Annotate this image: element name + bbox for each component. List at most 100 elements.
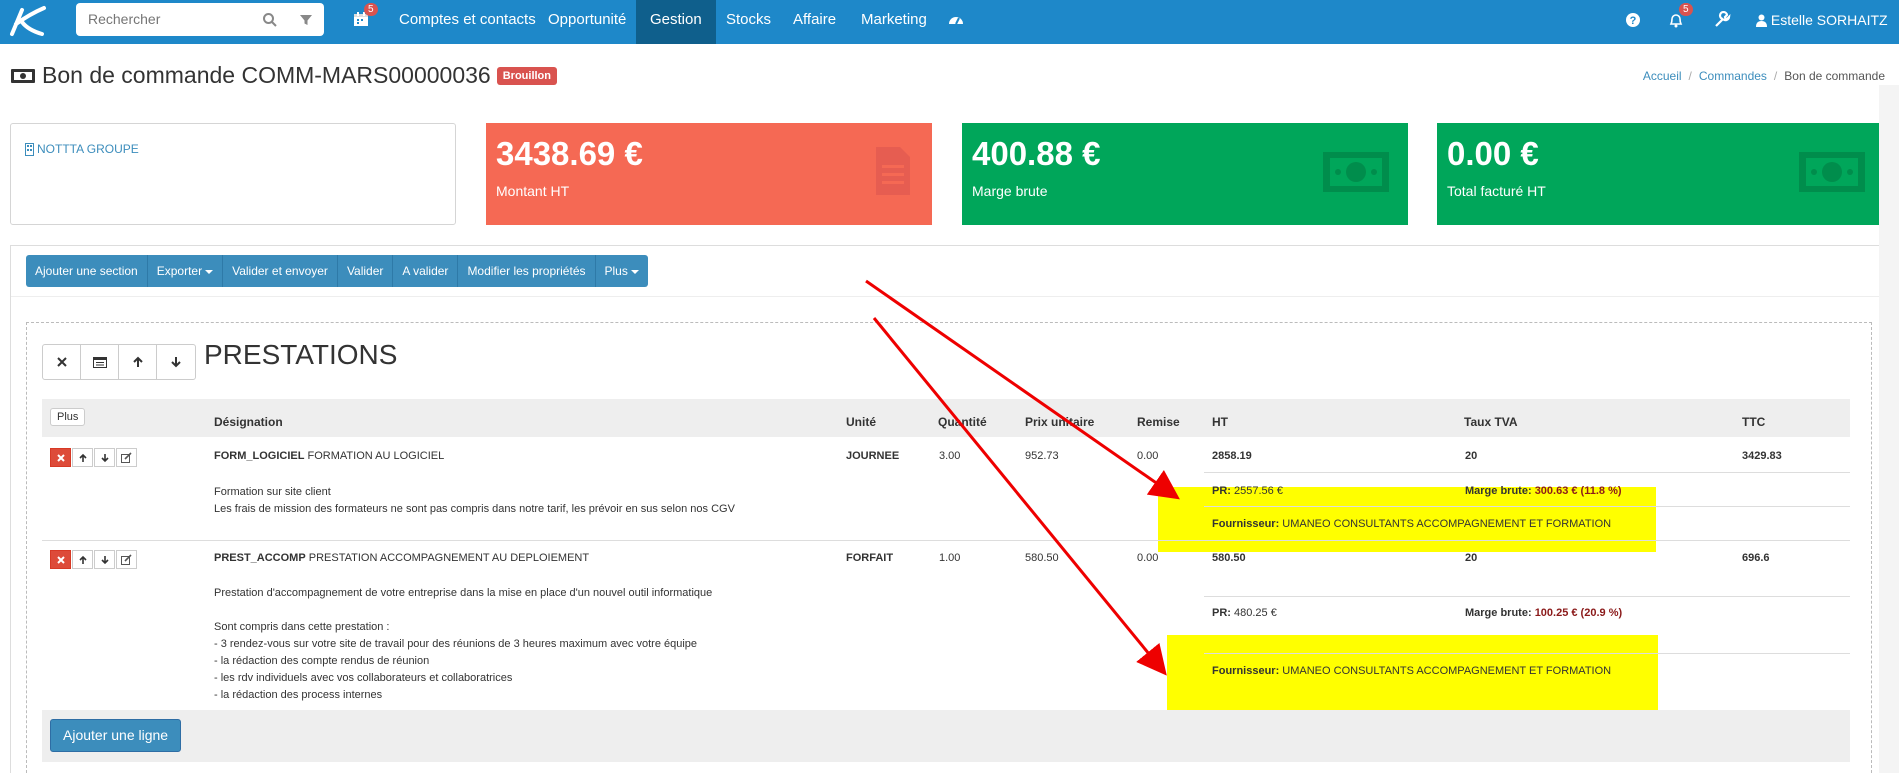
search-box: [76, 3, 324, 36]
arrow-up-icon: [132, 356, 143, 367]
to-validate-button[interactable]: A valider: [393, 255, 459, 287]
more-lines-button[interactable]: Plus: [50, 408, 86, 426]
dashboard-icon[interactable]: [947, 11, 965, 29]
move-section-up-button[interactable]: [119, 345, 157, 379]
row-code: FORM_LOGICIEL: [214, 450, 305, 462]
breadcrumb-accueil[interactable]: Accueil: [1643, 69, 1682, 83]
section-footer: [42, 710, 1850, 762]
notification-badge: 5: [1679, 3, 1693, 16]
money-bill-icon: [1323, 152, 1389, 192]
move-section-down-button[interactable]: [157, 345, 195, 379]
nav-stocks[interactable]: Stocks: [712, 0, 785, 44]
row-price: 952.73: [1025, 450, 1059, 462]
delete-row-button[interactable]: [50, 550, 71, 569]
row-designation: FORM_LOGICIEL FORMATION AU LOGICIEL: [214, 450, 444, 462]
desc-line: - 3 rendez-vous sur votre site de travai…: [214, 638, 698, 650]
kpi-value: 3438.69 €: [496, 135, 643, 172]
edit-icon: [121, 452, 132, 463]
nav-opportunite[interactable]: Opportunité: [534, 0, 640, 44]
row-ht: 580.50: [1212, 552, 1246, 564]
nav-gestion[interactable]: Gestion: [636, 0, 716, 44]
move-row-up-button[interactable]: [72, 550, 93, 569]
row-margin: Marge brute: 300.63 € (11.8 %): [1465, 485, 1622, 497]
breadcrumb: Accueil / Commandes / Bon de commande: [1642, 69, 1885, 83]
section-controls: [42, 344, 196, 380]
chevron-down-icon: [1762, 59, 1770, 64]
section-settings-button[interactable]: [81, 345, 119, 379]
row-ht: 2858.19: [1212, 450, 1252, 462]
kpi-label: Montant HT: [496, 183, 570, 199]
export-dropdown[interactable]: Exporter: [148, 255, 224, 287]
top-navbar: 5 Comptes et contacts Opportunité Gestio…: [0, 0, 1899, 64]
edit-row-button[interactable]: [116, 550, 137, 569]
row-pr: PR: 2557.56 €: [1212, 485, 1283, 497]
desc-line: Formation sur site client: [214, 486, 331, 498]
col-ht: HT: [1212, 415, 1228, 429]
divider: [11, 296, 1883, 297]
edit-row-button[interactable]: [116, 448, 137, 467]
validate-send-button[interactable]: Valider et envoyer: [223, 255, 338, 287]
search-input[interactable]: [88, 11, 258, 27]
action-toolbar: Ajouter une section Exporter Valider et …: [26, 255, 648, 287]
kpi-montant-ht: 3438.69 € Montant HT: [486, 123, 932, 225]
list-box-icon: [92, 356, 107, 368]
breadcrumb-current: Bon de commande: [1784, 69, 1885, 83]
row-qty: 1.00: [939, 552, 961, 564]
row-label: PRESTATION ACCOMPAGNEMENT AU DEPLOIEMENT: [308, 552, 590, 564]
edit-icon: [121, 554, 132, 565]
app-logo[interactable]: [8, 4, 48, 38]
divider: [1204, 596, 1850, 597]
add-section-button[interactable]: Ajouter une section: [26, 255, 148, 287]
col-unit-price: Prix unitaire: [1025, 415, 1095, 429]
caret-down-icon: [205, 269, 214, 274]
nav-marketing[interactable]: Marketing: [847, 0, 941, 44]
row-unit: JOURNEE: [846, 450, 900, 462]
add-line-button[interactable]: Ajouter une ligne: [50, 719, 182, 752]
col-designation: Désignation: [214, 415, 283, 429]
nav-comptes-contacts[interactable]: Comptes et contacts: [385, 0, 550, 44]
money-icon: [11, 68, 35, 83]
user-menu[interactable]: Estelle SORHAITZ: [1756, 0, 1899, 64]
col-vat: Taux TVA: [1464, 415, 1518, 429]
page-title-area: Bon de commande COMM-MARS00000036 Brouil…: [10, 62, 557, 89]
breadcrumb-commandes[interactable]: Commandes: [1699, 69, 1767, 83]
close-icon: [56, 453, 65, 462]
client-link[interactable]: NOTTTA GROUPE: [37, 142, 139, 156]
desc-line: Les frais de mission des formateurs ne s…: [214, 503, 735, 515]
scroll-gutter: [1879, 85, 1899, 773]
edit-properties-button[interactable]: Modifier les propriétés: [458, 255, 596, 287]
row-ttc: 696.6: [1742, 552, 1770, 564]
filter-icon[interactable]: [298, 12, 314, 28]
row-ttc: 3429.83: [1742, 450, 1782, 462]
help-icon[interactable]: ?: [1624, 11, 1642, 29]
col-unit: Unité: [846, 415, 876, 429]
wrench-icon[interactable]: [1713, 11, 1731, 29]
row-price: 580.50: [1025, 552, 1059, 564]
desc-line: Sont compris dans cette prestation :: [214, 621, 390, 633]
row-vat: 20: [1465, 450, 1478, 462]
validate-button[interactable]: Valider: [338, 255, 394, 287]
search-icon[interactable]: [262, 12, 278, 28]
close-icon: [56, 555, 65, 564]
move-row-up-button[interactable]: [72, 448, 93, 467]
delete-section-button[interactable]: [43, 345, 81, 379]
desc-line: Prestation d'accompagnement de votre ent…: [214, 587, 713, 599]
col-ttc: TTC: [1742, 415, 1766, 429]
desc-line: - les rdv individuels avec vos collabora…: [214, 672, 513, 684]
kpi-marge-brute: 400.88 € Marge brute: [962, 123, 1408, 225]
move-row-down-button[interactable]: [94, 448, 115, 467]
row-unit: FORFAIT: [846, 552, 894, 564]
more-dropdown[interactable]: Plus: [596, 255, 648, 287]
user-name: Estelle SORHAITZ: [1770, 12, 1888, 28]
move-row-down-button[interactable]: [94, 550, 115, 569]
arrow-down-icon: [100, 453, 109, 462]
row-code: PREST_ACCOMP: [214, 552, 306, 564]
row-qty: 3.00: [939, 450, 961, 462]
arrow-down-icon: [100, 555, 109, 564]
nav-affaire[interactable]: Affaire: [779, 0, 850, 44]
row-designation: PREST_ACCOMP PRESTATION ACCOMPAGNEMENT A…: [214, 552, 589, 564]
row-label: FORMATION AU LOGICIEL: [307, 450, 445, 462]
close-icon: [56, 357, 67, 367]
delete-row-button[interactable]: [50, 448, 71, 467]
caret-down-icon: [630, 269, 639, 274]
